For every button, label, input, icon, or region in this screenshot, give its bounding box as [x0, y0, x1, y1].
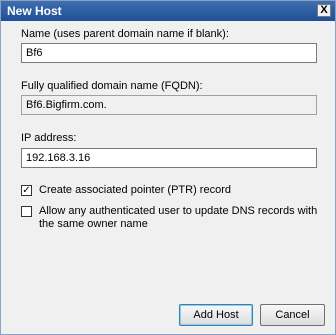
add-host-button[interactable]: Add Host [179, 304, 253, 326]
name-label: Name (uses parent domain name if blank): [21, 28, 229, 40]
window-title: New Host [7, 4, 62, 18]
allow-update-label: Allow any authenticated user to update D… [39, 205, 318, 230]
close-button[interactable]: X [317, 4, 331, 17]
fqdn-label: Fully qualified domain name (FQDN): [21, 80, 203, 92]
allow-update-checkbox[interactable] [21, 206, 32, 217]
ptr-record-checkbox[interactable]: ✓ [21, 185, 32, 196]
ip-address-input[interactable]: 192.168.3.16 [21, 148, 317, 168]
title-bar[interactable]: New Host X [1, 1, 335, 21]
new-host-dialog: New Host X Name (uses parent domain name… [0, 0, 336, 335]
cancel-button[interactable]: Cancel [260, 304, 325, 326]
ip-address-label: IP address: [21, 132, 77, 144]
name-input[interactable]: Bf6 [21, 43, 317, 63]
ptr-record-label: Create associated pointer (PTR) record [39, 184, 231, 196]
fqdn-field: Bf6.Bigfirm.com. [21, 95, 317, 115]
